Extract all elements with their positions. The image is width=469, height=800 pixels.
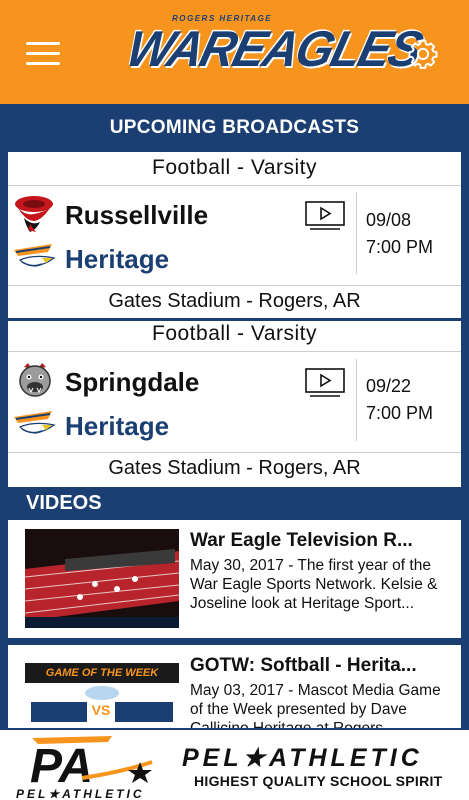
russellville-logo-icon — [15, 196, 53, 232]
away-team-name: Russellville — [65, 200, 209, 230]
ad-tagline: HIGHEST QUALITY SCHOOL SPIRIT — [194, 773, 443, 789]
sport-label: Football - Varsity — [152, 322, 317, 345]
home-team-name: Heritage — [65, 411, 170, 441]
broadcast-date: 09/22 — [366, 376, 412, 396]
sport-label: Football - Varsity — [152, 156, 317, 179]
tv-play-icon[interactable] — [304, 367, 346, 399]
school-logo: ROGERS HERITAGE WAREAGLES — [110, 14, 426, 98]
tv-play-icon[interactable] — [304, 200, 346, 232]
wareagles-logo-icon — [14, 411, 56, 434]
thumb-vs: VS — [91, 702, 111, 718]
app-header: ROGERS HERITAGE WAREAGLES — [0, 0, 469, 104]
broadcast-card[interactable]: Football - Varsity Springdale Heritage 0… — [8, 321, 461, 487]
venue-label: Gates Stadium - Rogers, AR — [108, 290, 361, 312]
upcoming-broadcasts-header: UPCOMING BROADCASTS — [8, 104, 461, 152]
thumb-banner: GAME OF THE WEEK — [25, 663, 179, 683]
broadcast-time: 7:00 PM — [366, 403, 434, 423]
gear-icon[interactable] — [406, 37, 440, 71]
video-item[interactable]: GAME OF THE WEEK VS GOTW: Softball - Her… — [8, 645, 461, 730]
video-item[interactable]: War Eagle Television R... May 30, 2017 -… — [8, 520, 461, 638]
broadcast-card[interactable]: Football - Varsity Russellville Heritage… — [8, 152, 461, 318]
video-thumbnail: GAME OF THE WEEK VS — [25, 654, 179, 730]
venue-label: Gates Stadium - Rogers, AR — [108, 457, 361, 479]
wareagles-logo-icon — [14, 244, 56, 267]
broadcast-date: 09/08 — [366, 210, 412, 230]
video-thumbnail — [25, 529, 179, 628]
video-title: GOTW: Softball - Herita... — [190, 655, 417, 676]
broadcast-time: 7:00 PM — [366, 237, 434, 257]
svg-text:PA: PA — [30, 740, 93, 793]
logo-title: WAREAGLES — [121, 21, 427, 78]
springdale-bulldog-logo-icon — [19, 363, 51, 397]
ad-banner[interactable]: PA PEL★ATHLETIC PEL★ATHLETIC HIGHEST QUA… — [0, 728, 469, 800]
menu-button[interactable] — [26, 40, 60, 68]
hamburger-menu-icon — [26, 42, 60, 45]
video-description: May 30, 2017 - The first year of the War… — [190, 557, 438, 612]
video-title: War Eagle Television R... — [190, 530, 413, 551]
videos-header: VIDEOS — [8, 487, 461, 520]
ad-brand: PEL★ATHLETIC — [182, 744, 423, 772]
video-description: May 03, 2017 - Mascot Media Game of the … — [190, 682, 441, 730]
ad-brand-small: PEL★ATHLETIC — [16, 787, 145, 800]
away-team-name: Springdale — [65, 367, 200, 397]
home-team-name: Heritage — [65, 244, 170, 274]
